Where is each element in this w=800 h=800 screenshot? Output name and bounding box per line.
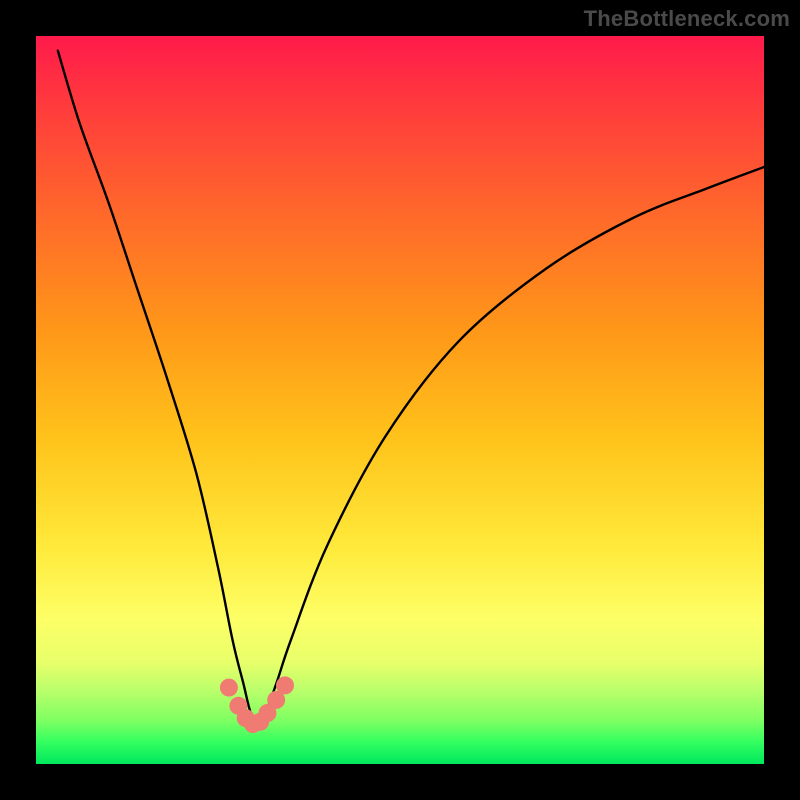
frame-border bbox=[0, 764, 800, 800]
bottleneck-gradient-background bbox=[36, 36, 764, 764]
frame-border bbox=[764, 0, 800, 800]
watermark-text: TheBottleneck.com bbox=[584, 6, 790, 32]
frame-border bbox=[0, 0, 36, 800]
